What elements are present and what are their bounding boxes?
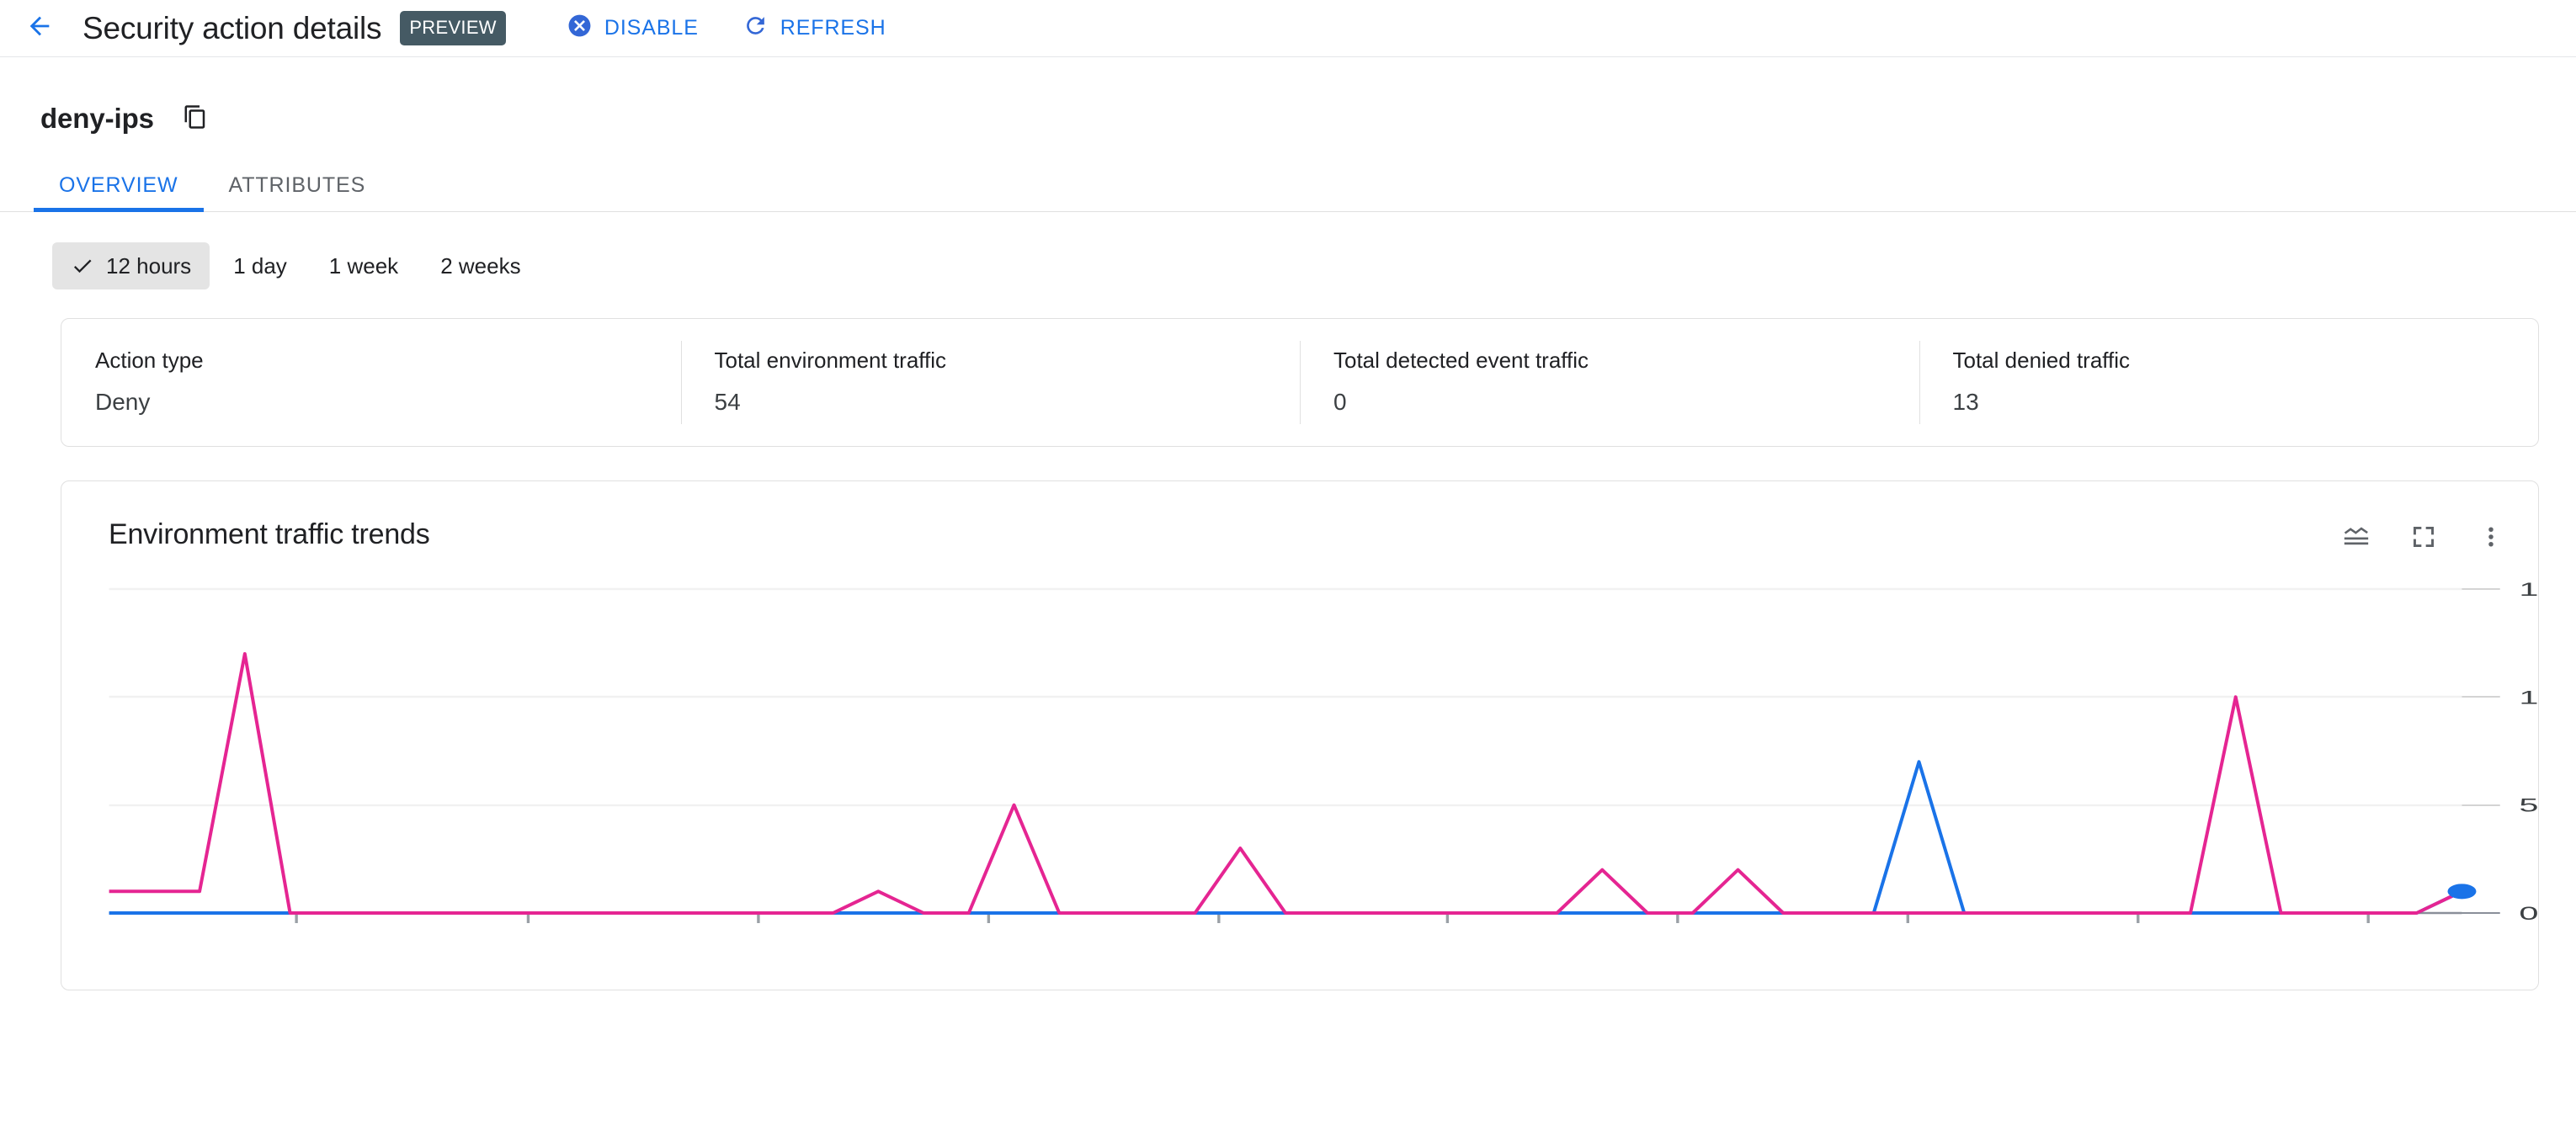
stat-total-detected-event-traffic-value: 0 (1333, 389, 1347, 415)
stat-action-type-label: Action type (95, 348, 204, 373)
check-icon (71, 254, 94, 278)
app-bar-actions: DISABLE REFRESH (563, 8, 890, 50)
disable-button-label: DISABLE (604, 16, 699, 40)
stat-action-type: Action type Deny (61, 348, 681, 416)
resource-name: deny-ips (40, 103, 154, 134)
cancel-circle-icon (567, 13, 593, 45)
copy-icon (183, 104, 208, 134)
series-line-environment-traffic (109, 654, 2462, 913)
stat-total-environment-traffic-label: Total environment traffic (714, 348, 947, 373)
tab-attributes-label: ATTRIBUTES (228, 173, 366, 197)
time-range-12-hours-label: 12 hours (106, 252, 192, 279)
chart-plot-area: 0 5 10 15 (61, 574, 2538, 936)
page-title: Security action details (82, 10, 382, 45)
y-axis-tick-label: 5 (2519, 795, 2538, 816)
refresh-button-label: REFRESH (780, 16, 886, 40)
traffic-trends-card: Environment traffic trends 0 5 1 1 (61, 480, 2539, 990)
y-axis-tick-label: 10 (2519, 687, 2538, 709)
stat-action-type-value: Deny (95, 389, 151, 415)
expand-chart-button[interactable] (2407, 522, 2440, 555)
time-range-selector: 12 hours 1 day 1 week 2 weeks (52, 242, 2576, 289)
time-range-2-weeks[interactable]: 2 weeks (422, 242, 539, 289)
more-vert-icon (2478, 524, 2504, 554)
chart-lines-icon (2342, 523, 2371, 555)
tab-attributes[interactable]: ATTRIBUTES (204, 160, 391, 211)
tab-overview[interactable]: OVERVIEW (34, 160, 204, 212)
arrow-back-icon (25, 12, 54, 45)
chart-gridlines (109, 587, 2462, 915)
summary-card: Action type Deny Total environment traff… (61, 318, 2539, 447)
back-button[interactable] (20, 9, 59, 48)
tab-bar: OVERVIEW ATTRIBUTES (0, 160, 2576, 212)
time-range-1-week-label: 1 week (328, 252, 399, 279)
stat-total-detected-event-traffic: Total detected event traffic 0 (1300, 341, 1919, 424)
app-bar: Security action details PREVIEW DISABLE … (0, 0, 2576, 57)
tab-overview-label: OVERVIEW (59, 173, 178, 197)
chart-header: Environment traffic trends (61, 507, 2538, 555)
stat-total-detected-event-traffic-label: Total detected event traffic (1333, 348, 1589, 373)
y-axis-tick-label: 15 (2519, 580, 2538, 601)
traffic-line-chart[interactable]: 0 5 10 15 (61, 574, 2538, 936)
chart-title: Environment traffic trends (109, 518, 430, 550)
time-range-1-day-label: 1 day (233, 252, 287, 279)
copy-button[interactable] (178, 101, 213, 136)
summary-stats: Action type Deny Total environment traff… (61, 319, 2538, 446)
resource-header: deny-ips (0, 57, 2576, 136)
fullscreen-icon (2410, 523, 2437, 555)
preview-badge: PREVIEW (400, 11, 506, 45)
chart-y-axis-labels: 0 5 10 15 (2519, 580, 2538, 925)
stat-total-denied-traffic: Total denied traffic 13 (1919, 341, 2539, 424)
disable-button[interactable]: DISABLE (563, 8, 702, 50)
y-axis-tick-label: 0 (2519, 904, 2538, 925)
time-range-12-hours[interactable]: 12 hours (52, 242, 210, 289)
chart-series-group (109, 654, 2477, 913)
series-line-denied-traffic (109, 762, 2462, 913)
refresh-icon (742, 13, 769, 45)
time-range-2-weeks-label: 2 weeks (440, 252, 521, 279)
stat-total-environment-traffic-value: 54 (714, 389, 741, 415)
chart-type-toggle[interactable] (2339, 522, 2373, 555)
time-range-1-day[interactable]: 1 day (215, 242, 306, 289)
time-range-1-week[interactable]: 1 week (311, 242, 417, 289)
stat-total-denied-traffic-value: 13 (1952, 389, 1979, 415)
refresh-button[interactable]: REFRESH (739, 8, 890, 50)
stat-total-environment-traffic: Total environment traffic 54 (680, 341, 1301, 424)
chart-toolbar (2339, 518, 2508, 555)
series-endpoint-marker (2447, 884, 2477, 900)
chart-options-menu[interactable] (2474, 522, 2508, 555)
stat-total-denied-traffic-label: Total denied traffic (1952, 348, 2131, 373)
chart-y-tick-marks (2462, 588, 2500, 914)
